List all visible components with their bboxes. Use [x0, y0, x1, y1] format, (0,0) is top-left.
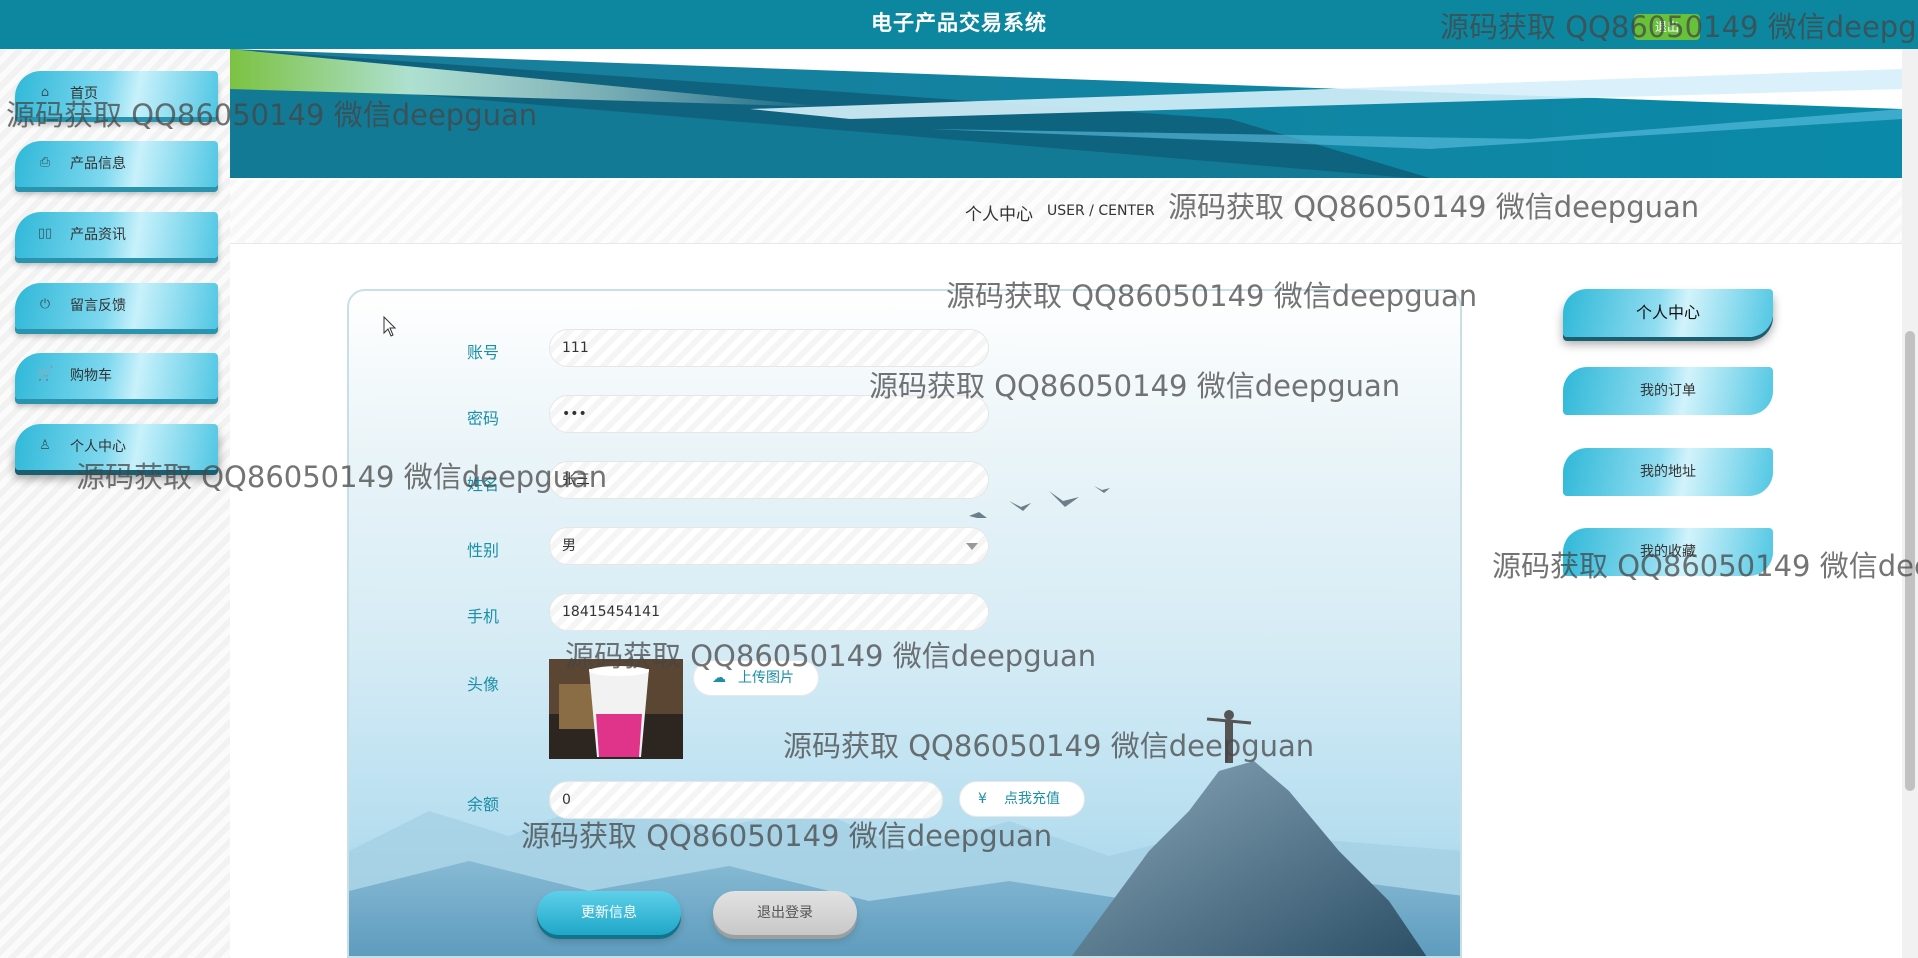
- sidebar-item-feedback[interactable]: ⏻ 留言反馈: [15, 283, 218, 329]
- menu-item-user-center[interactable]: 个人中心: [1563, 289, 1773, 337]
- printer-icon: ⎙: [39, 155, 51, 170]
- page-scrollbar[interactable]: [1902, 49, 1918, 958]
- upload-image-label: 上传图片: [738, 670, 794, 686]
- avatar-label: 头像: [466, 675, 499, 694]
- name-field[interactable]: 张三: [549, 461, 989, 499]
- password-field[interactable]: •••: [549, 395, 989, 433]
- recharge-label: 点我充值: [1004, 791, 1060, 807]
- gender-value: 男: [562, 538, 576, 554]
- sidebar-item-label: 留言反馈: [70, 298, 126, 314]
- profile-form-card: 账号 111 密码 ••• 姓名 张三 性别 男 手机 18415454141 …: [347, 289, 1462, 958]
- upload-image-button[interactable]: ☁ 上传图片: [693, 660, 819, 696]
- section-subtitle: USER / CENTER: [1047, 203, 1155, 219]
- sidebar-item-home[interactable]: ⌂ 首页: [15, 71, 218, 117]
- app-title: 电子产品交易系统: [871, 11, 1047, 35]
- account-field[interactable]: 111: [549, 329, 989, 367]
- balance-field[interactable]: 0: [549, 781, 943, 819]
- sidebar-item-cart[interactable]: 🛒 购物车: [15, 353, 218, 399]
- home-icon: ⌂: [40, 85, 50, 100]
- power-icon: ⏻: [39, 297, 51, 312]
- mouse-cursor-icon: [383, 316, 397, 337]
- book-icon: ▯▯: [37, 226, 53, 241]
- menu-item-my-address[interactable]: 我的地址: [1563, 448, 1773, 496]
- sidebar-item-label: 个人中心: [70, 439, 126, 455]
- name-label: 姓名: [466, 475, 499, 494]
- sidebar-item-label: 首页: [70, 86, 98, 102]
- yen-icon: ¥: [978, 791, 987, 807]
- balance-label: 余额: [466, 795, 499, 814]
- menu-item-my-favorites[interactable]: 我的收藏: [1563, 528, 1773, 576]
- sidebar-item-label: 产品资讯: [70, 227, 126, 243]
- sidebar-item-label: 产品信息: [70, 156, 126, 172]
- sidebar-item-products[interactable]: ⎙ 产品信息: [15, 141, 218, 187]
- logout-login-button[interactable]: 退出登录: [713, 891, 857, 935]
- sidebar-item-user-center[interactable]: ♙ 个人中心: [15, 424, 218, 470]
- account-label: 账号: [466, 343, 499, 362]
- phone-label: 手机: [466, 607, 499, 626]
- user-icon: ♙: [39, 438, 51, 453]
- recharge-button[interactable]: ¥ 点我充值: [959, 781, 1085, 817]
- logout-button[interactable]: 退出: [1634, 14, 1700, 40]
- gender-select[interactable]: 男: [549, 527, 989, 565]
- sidebar-item-news[interactable]: ▯▯ 产品资讯: [15, 212, 218, 258]
- gender-label: 性别: [466, 541, 499, 560]
- scrollbar-thumb[interactable]: [1905, 331, 1915, 791]
- menu-item-my-orders[interactable]: 我的订单: [1563, 367, 1773, 415]
- avatar-image: [549, 659, 683, 759]
- cart-icon: 🛒: [37, 367, 54, 382]
- password-label: 密码: [466, 409, 499, 428]
- banner-image: [230, 49, 1902, 178]
- phone-field[interactable]: 18415454141: [549, 593, 989, 631]
- top-bar: 电子产品交易系统 退出: [0, 0, 1918, 49]
- section-header: 个人中心 USER / CENTER: [230, 180, 1902, 244]
- chevron-down-icon: [966, 543, 978, 550]
- section-title: 个人中心: [965, 205, 1033, 225]
- sidebar: ⌂ 首页 ⎙ 产品信息 ▯▯ 产品资讯 ⏻ 留言反馈 🛒 购物车 ♙ 个人中心: [0, 49, 230, 958]
- sidebar-item-label: 购物车: [70, 368, 112, 384]
- update-info-button[interactable]: 更新信息: [537, 891, 681, 935]
- cloud-upload-icon: ☁: [712, 670, 726, 686]
